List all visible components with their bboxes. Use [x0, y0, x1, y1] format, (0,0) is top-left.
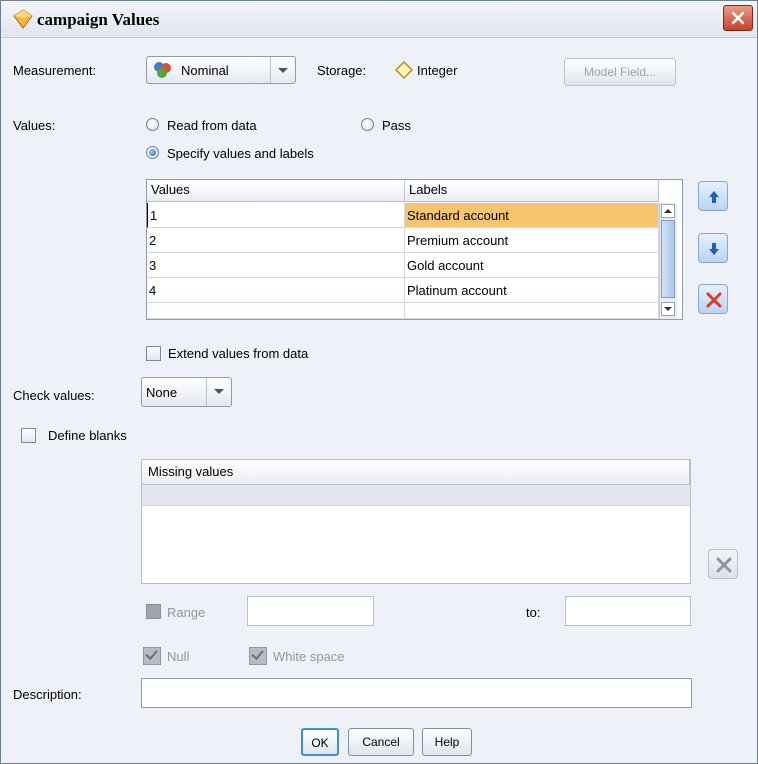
missing-values-table: Missing values	[141, 459, 691, 584]
arrow-down-icon	[709, 243, 719, 255]
table-cell-label[interactable]: Premium account	[405, 228, 659, 253]
title-bar[interactable]: campaign Values	[1, 1, 757, 38]
help-button[interactable]: Help	[422, 728, 472, 756]
move-down-button[interactable]	[698, 233, 728, 263]
radio-pass[interactable]	[361, 118, 374, 131]
define-blanks-label: Define blanks	[48, 428, 127, 443]
column-header-missing-values: Missing values	[142, 460, 690, 485]
white-space-checkbox[interactable]	[249, 647, 267, 665]
scroll-thumb[interactable]	[661, 220, 675, 298]
table-cell-value[interactable]: 4	[147, 278, 405, 303]
missing-values-empty-row	[142, 485, 690, 506]
values-label: Values:	[13, 118, 56, 133]
range-label: Range	[167, 605, 206, 620]
range-checkbox[interactable]	[146, 604, 161, 619]
delete-icon	[716, 557, 732, 573]
radio-specify-values-label: Specify values and labels	[167, 146, 314, 161]
delete-missing-button[interactable]	[708, 549, 738, 579]
table-cell-value[interactable]: 1	[147, 203, 405, 228]
move-up-button[interactable]	[698, 181, 728, 211]
range-to-field[interactable]	[565, 596, 691, 626]
range-to-label: to:	[526, 605, 541, 620]
nominal-icon	[153, 61, 173, 82]
define-blanks-checkbox[interactable]	[21, 428, 36, 443]
storage-label: Storage:	[317, 63, 367, 78]
cancel-button[interactable]: Cancel	[348, 728, 414, 756]
table-cell-label[interactable]: Platinum account	[405, 278, 659, 303]
check-values-dropdown[interactable]: None	[141, 377, 232, 407]
chevron-down-icon	[206, 378, 231, 406]
ok-button[interactable]: OK	[301, 728, 339, 756]
close-icon	[731, 11, 745, 25]
close-button[interactable]	[723, 5, 753, 31]
null-label: Null	[167, 649, 190, 664]
radio-specify-values[interactable]	[146, 146, 159, 159]
table-scrollbar[interactable]	[659, 203, 677, 319]
table-cell-value[interactable]: 2	[147, 228, 405, 253]
extend-values-checkbox[interactable]	[146, 346, 161, 361]
values-table: Values Labels 1 Standard account 2 Premi…	[146, 179, 683, 320]
arrow-up-icon	[709, 191, 719, 203]
chevron-down-icon	[270, 57, 295, 83]
extend-values-label: Extend values from data	[168, 346, 309, 361]
table-cell-label[interactable]	[405, 303, 659, 319]
app-diamond-icon	[13, 9, 33, 29]
check-values-value: None	[146, 385, 178, 400]
delete-icon	[706, 292, 722, 308]
measurement-label: Measurement:	[13, 63, 97, 78]
storage-value: Integer	[417, 63, 458, 78]
table-cell-label[interactable]: Standard account	[405, 203, 659, 228]
range-from-field[interactable]	[247, 596, 374, 626]
scroll-down-icon[interactable]	[661, 302, 675, 316]
radio-read-from-data-label: Read from data	[167, 118, 257, 133]
window-title: campaign Values	[37, 10, 160, 29]
table-cell-label[interactable]: Gold account	[405, 253, 659, 278]
radio-read-from-data[interactable]	[146, 118, 159, 131]
description-field[interactable]	[141, 678, 692, 708]
null-checkbox[interactable]	[143, 647, 161, 665]
scroll-up-icon[interactable]	[661, 204, 675, 218]
measurement-dropdown[interactable]: Nominal	[146, 56, 296, 84]
measurement-value: Nominal	[181, 63, 229, 78]
column-header-labels[interactable]: Labels	[405, 180, 659, 202]
model-field-button[interactable]: Model Field...	[564, 58, 676, 86]
integer-icon	[394, 60, 414, 82]
description-label: Description:	[13, 687, 82, 702]
delete-row-button[interactable]	[698, 284, 728, 314]
column-header-values[interactable]: Values	[147, 180, 405, 202]
check-values-label: Check values:	[13, 388, 95, 403]
table-cell-value[interactable]	[147, 303, 405, 319]
radio-pass-label: Pass	[382, 118, 411, 133]
white-space-label: White space	[273, 649, 345, 664]
dialog-window: campaign Values Measurement: Nominal Sto…	[0, 0, 758, 764]
table-cell-value[interactable]: 3	[147, 253, 405, 278]
